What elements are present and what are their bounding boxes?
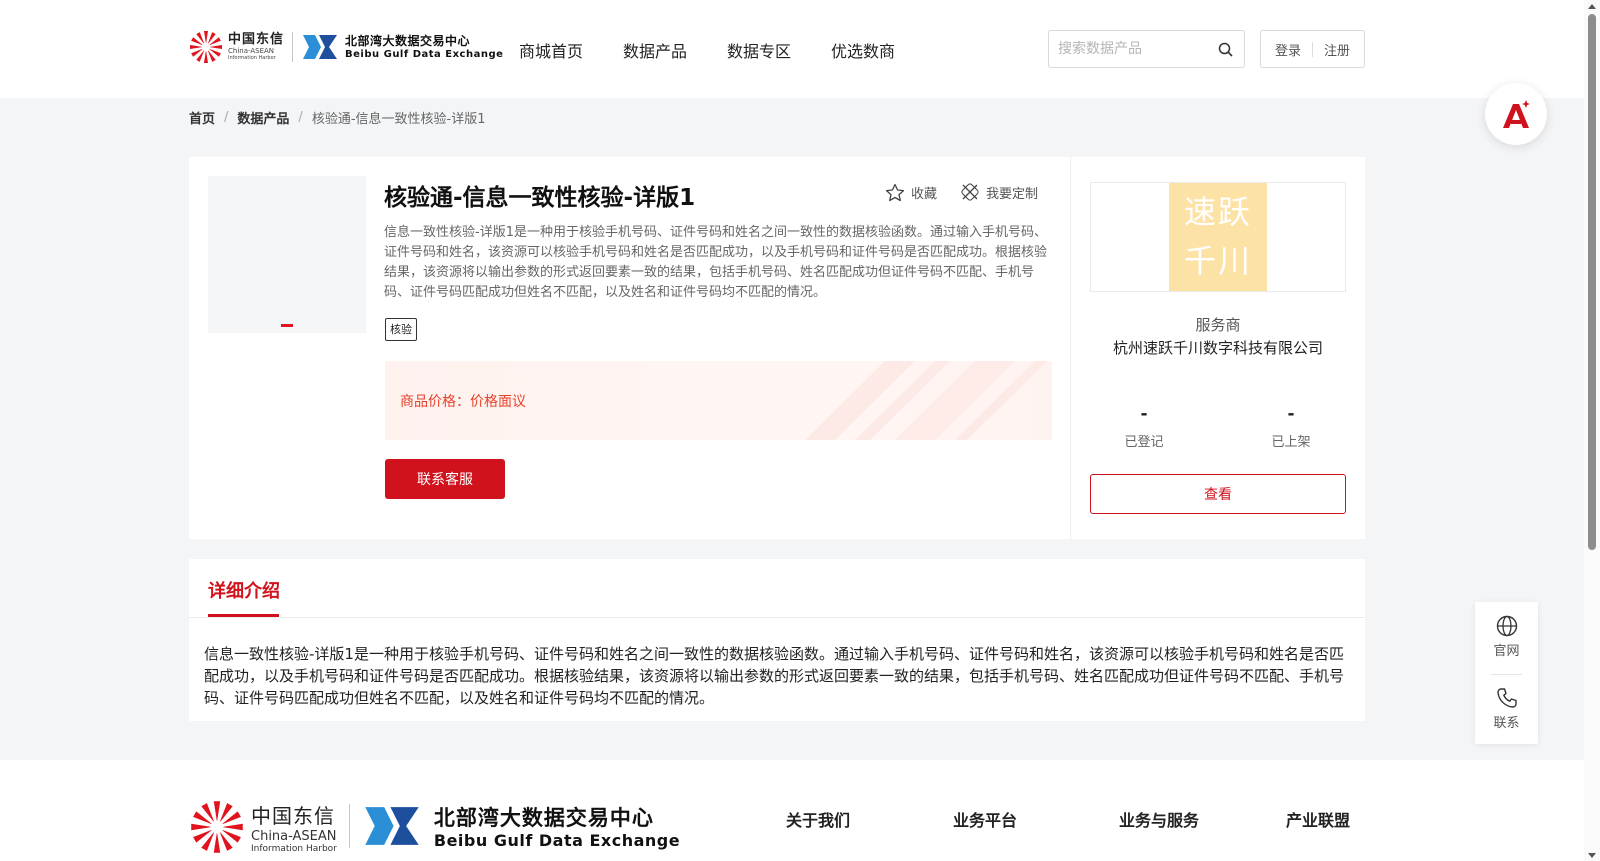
product-actions: 收藏 我要定制 — [885, 182, 1038, 202]
favorite-button[interactable]: 收藏 — [885, 183, 937, 202]
footer-logo-ct-en: China-ASEAN — [251, 829, 337, 844]
breadcrumb-home[interactable]: 首页 — [189, 108, 215, 127]
stat-listed: - 已上架 — [1241, 404, 1341, 450]
footer-logo: 中国东信 China-ASEAN Information Harbor 北部湾大… — [189, 798, 680, 856]
ai-assistant-icon — [1503, 100, 1530, 128]
card-divider — [1070, 157, 1071, 539]
search-input[interactable] — [1058, 39, 1208, 59]
footer-logo-divider — [348, 804, 350, 848]
provider-logo-line1: 速跃 — [1183, 193, 1252, 231]
logo-bg-cn: 北部湾大数据交易中心 — [345, 33, 471, 48]
side-float-panel: 官网 联系 — [1475, 602, 1538, 744]
favorite-label: 收藏 — [911, 186, 938, 202]
price-text: 商品价格：价格面议 — [400, 391, 526, 411]
provider-name: 杭州速跃千川数字科技有限公司 — [1112, 339, 1323, 357]
phone-icon — [1496, 688, 1517, 708]
stat-registered: - 已登记 — [1094, 404, 1194, 450]
beibu-gulf-logo: 北部湾大数据交易中心 Beibu Gulf Data Exchange — [301, 33, 503, 61]
footer-logo-ct-en2: Information Harbor — [251, 844, 337, 854]
product-tag: 核验 — [385, 318, 417, 341]
logo-ct-cn: 中国东信 — [228, 32, 285, 47]
detail-section: 详细介绍 信息一致性核验-详版1是一种用于核验手机号码、证件号码和姓名之间一致性… — [189, 559, 1365, 721]
provider-logo-line2: 千川 — [1183, 242, 1252, 280]
main-nav: 商城首页 数据产品 数据专区 优选数商 — [519, 38, 935, 62]
tab-detail-intro[interactable]: 详细介绍 — [208, 577, 280, 603]
breadcrumb-separator: / — [298, 110, 303, 125]
beibu-gulf-mark-icon — [365, 807, 419, 845]
scroll-up-arrow-icon[interactable] — [1588, 3, 1596, 11]
price-label: 商品价格： — [400, 394, 470, 410]
site-header: 中国东信 China-ASEAN Information Harbor 北部湾大… — [0, 0, 1584, 98]
footer-nav-alliance[interactable]: 产业联盟 — [1286, 807, 1350, 831]
globe-icon — [1496, 615, 1517, 637]
product-image — [208, 176, 366, 333]
scrollbar-thumb[interactable] — [1588, 14, 1596, 550]
price-panel-decoration — [805, 361, 1047, 440]
stat-listed-value: - — [1287, 404, 1295, 424]
customize-label: 我要定制 — [986, 186, 1039, 202]
product-title: 核验通-信息一致性核验-详版1 — [384, 185, 696, 211]
footer-nav-about[interactable]: 关于我们 — [786, 807, 850, 831]
china-asean-logo: 中国东信 China-ASEAN Information Harbor — [189, 29, 284, 65]
auth-divider — [1312, 41, 1313, 57]
footer-nav-platform[interactable]: 业务平台 — [953, 807, 1017, 831]
detail-text: 信息一致性核验-详版1是一种用于核验手机号码、证件号码和姓名之间一致性的数据核验… — [204, 645, 1345, 707]
stat-listed-label: 已上架 — [1271, 435, 1311, 450]
footer-nav-services[interactable]: 业务与服务 — [1119, 807, 1199, 831]
product-description: 信息一致性核验-详版1是一种用于核验手机号码、证件号码和姓名之间一致性的数据核验… — [384, 225, 1048, 300]
product-card: 核验通-信息一致性核验-详版1 收藏 我要定制 信息一致性核验-详版1是一种用于… — [189, 157, 1365, 539]
login-link[interactable]: 登录 — [1275, 40, 1301, 59]
float-official-label: 官网 — [1493, 644, 1520, 659]
scroll-down-arrow-icon[interactable] — [1588, 851, 1596, 859]
nav-mall-home[interactable]: 商城首页 — [519, 38, 583, 62]
breadcrumb: 首页 / 数据产品 / 核验通-信息一致性核验-详版1 — [189, 108, 485, 127]
logo-ct-en: China-ASEAN — [228, 47, 275, 55]
breadcrumb-separator: / — [224, 110, 229, 125]
china-asean-burst-icon — [191, 801, 243, 853]
stat-registered-value: - — [1140, 404, 1148, 424]
star-icon — [885, 183, 905, 201]
footer-logo-ct-cn: 中国东信 — [251, 804, 335, 828]
site-logo[interactable]: 中国东信 China-ASEAN Information Harbor 北部湾大… — [189, 29, 503, 65]
logo-bg-en: Beibu Gulf Data Exchange — [345, 48, 504, 60]
provider-logo: 速跃 千川 — [1169, 183, 1267, 291]
site-footer: 中国东信 China-ASEAN Information Harbor 北部湾大… — [0, 760, 1584, 861]
nav-preferred-merchants[interactable]: 优选数商 — [831, 38, 895, 62]
stat-registered-label: 已登记 — [1124, 435, 1164, 450]
auth-box: 登录 注册 — [1260, 30, 1365, 68]
provider-logo-box: 速跃 千川 — [1090, 182, 1346, 292]
breadcrumb-current: 核验通-信息一致性核验-详版1 — [311, 112, 486, 127]
contact-service-button[interactable]: 联系客服 — [385, 459, 505, 499]
ai-assistant-button[interactable] — [1485, 83, 1547, 145]
detail-divider — [189, 617, 1365, 618]
search-icon[interactable] — [1218, 42, 1233, 61]
footer-logo-bg-en: Beibu Gulf Data Exchange — [433, 831, 681, 850]
china-asean-burst-icon — [190, 31, 222, 63]
view-provider-button[interactable]: 查看 — [1090, 474, 1346, 514]
logo-divider — [292, 32, 294, 62]
customize-button[interactable]: 我要定制 — [960, 182, 1038, 202]
nav-data-products[interactable]: 数据产品 — [623, 38, 687, 62]
float-contact-label: 联系 — [1493, 716, 1520, 731]
breadcrumb-data-products[interactable]: 数据产品 — [237, 108, 289, 127]
float-contact[interactable]: 联系 — [1475, 687, 1538, 731]
carousel-indicator[interactable] — [281, 324, 293, 327]
search-box — [1048, 30, 1245, 68]
register-link[interactable]: 注册 — [1324, 40, 1350, 59]
nav-data-zone[interactable]: 数据专区 — [727, 38, 791, 62]
price-value: 价格面议 — [470, 394, 526, 410]
float-official-site[interactable]: 官网 — [1475, 615, 1538, 659]
price-panel: 商品价格：价格面议 — [385, 361, 1052, 440]
customize-icon — [961, 183, 979, 201]
provider-label: 服务商 — [1195, 316, 1241, 334]
footer-logo-bg-cn: 北部湾大数据交易中心 — [433, 806, 654, 830]
logo-ct-en2: Information Harbor — [228, 55, 276, 61]
beibu-gulf-mark-icon — [303, 35, 338, 59]
float-divider — [1491, 674, 1522, 675]
